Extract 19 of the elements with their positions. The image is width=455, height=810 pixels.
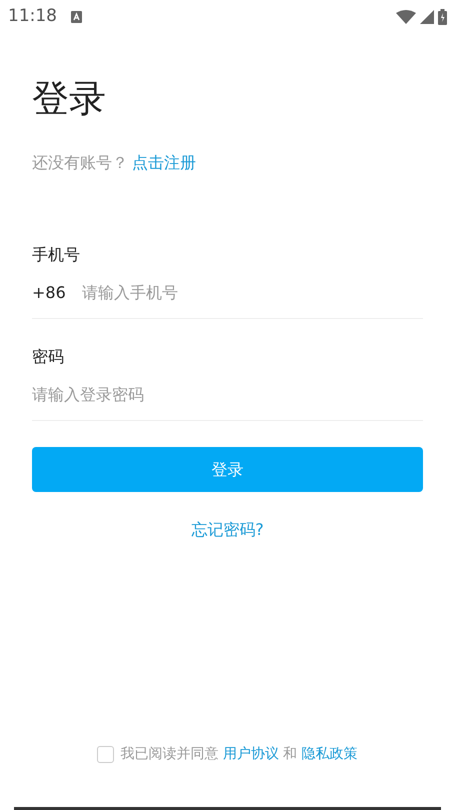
country-code[interactable]: +86 bbox=[32, 280, 82, 304]
wifi-icon bbox=[396, 10, 416, 24]
forgot-password-link[interactable]: 忘记密码? bbox=[191, 518, 264, 542]
password-input-field[interactable]: 请输入登录密码 bbox=[32, 382, 423, 406]
status-time: 11:18 bbox=[8, 5, 57, 28]
phone-input-field[interactable]: 请输入手机号 bbox=[82, 280, 423, 304]
user-agreement-link[interactable]: 用户协议 bbox=[222, 746, 279, 762]
login-button[interactable]: 登录 bbox=[32, 447, 423, 492]
page-title: 登录 bbox=[32, 80, 107, 117]
agreement-text: 我已阅读并同意 用户协议 和 隐私政策 bbox=[120, 745, 358, 764]
signal-icon bbox=[420, 10, 434, 24]
phone-label: 手机号 bbox=[32, 244, 81, 266]
keyboard-icon bbox=[71, 11, 82, 23]
password-label: 密码 bbox=[32, 346, 65, 368]
battery-icon bbox=[438, 9, 447, 25]
agreement-checkbox[interactable] bbox=[97, 746, 114, 763]
register-prompt: 还没有账号？ bbox=[32, 152, 128, 174]
register-link[interactable]: 点击注册 bbox=[132, 151, 196, 175]
privacy-policy-link[interactable]: 隐私政策 bbox=[302, 746, 358, 762]
